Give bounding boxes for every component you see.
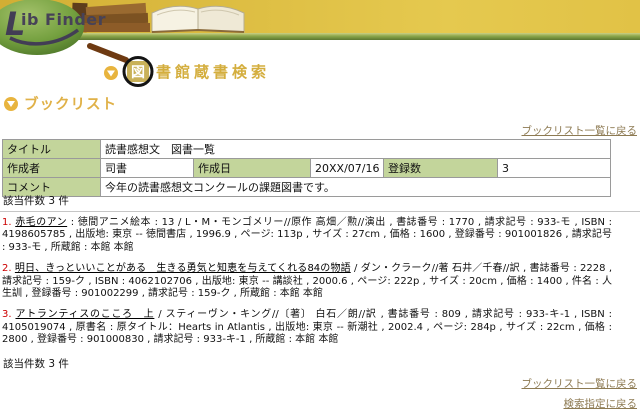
library-booklist-page: { "brand": { "logo_initial": "L", "logo_… — [0, 0, 640, 416]
back-to-booklist-link-bottom[interactable]: ブックリスト一覧に戻る — [522, 378, 638, 390]
book-entry: 2. 明日、きっといいことがある 生きる勇気と知恵を与えてくれる84の物語 / … — [2, 263, 612, 300]
back-to-search-link[interactable]: 検索指定に戻る — [564, 398, 638, 410]
divider-line — [0, 211, 640, 212]
created-value-cell: 20XX/07/16 — [311, 159, 384, 178]
comment-value-cell: 今年の読書感想文コンクールの課題図書です。 — [101, 178, 611, 197]
title-prefix-char: 図 — [131, 65, 145, 81]
result-count-bottom: 該当件数 3 件 — [3, 356, 69, 371]
book-details: : 徳間アニメ絵本 : 13 / L・M・モンゴメリー//原作 高畑／勲//演出… — [2, 217, 612, 253]
page-title-block: 図 書館蔵書検索 — [80, 40, 300, 95]
title-value-cell: 読書感想文 図書一覧 — [101, 140, 611, 159]
table-row: タイトル 読書感想文 図書一覧 — [3, 140, 611, 159]
count-label-cell: 登録数 — [384, 159, 498, 178]
book-number: 1. — [2, 217, 12, 228]
page-title-text: 書館蔵書検索 — [156, 63, 270, 81]
bottom-link-rows: ブックリスト一覧に戻る 検索指定に戻る — [522, 374, 638, 414]
book-title-link[interactable]: 明日、きっといいことがある 生きる勇気と知恵を与えてくれる84の物語 — [15, 263, 351, 274]
booklist-info-table: タイトル 読書感想文 図書一覧 作成者 司書 作成日 20XX/07/16 登録… — [2, 139, 611, 197]
down-triangle-icon — [7, 101, 15, 111]
book-number: 2. — [2, 263, 12, 274]
table-row: 作成者 司書 作成日 20XX/07/16 登録数 3 — [3, 159, 611, 178]
book-list: 1. 赤毛のアン : 徳間アニメ絵本 : 13 / L・M・モンゴメリー//原作… — [2, 217, 612, 356]
section-title: ブックリスト — [24, 93, 117, 114]
logo-text: ib Finder — [21, 10, 106, 29]
book-title-link[interactable]: 赤毛のアン — [15, 217, 67, 228]
book-title-link[interactable]: アトランティスのこころ 上 — [15, 309, 154, 320]
book-entry: 1. 赤毛のアン : 徳間アニメ絵本 : 13 / L・M・モンゴメリー//原作… — [2, 217, 612, 254]
book-entry: 3. アトランティスのこころ 上 / スティーヴン・キング//〔著〕 白石／朗/… — [2, 309, 612, 346]
result-count-top: 該当件数 3 件 — [3, 193, 69, 208]
magnifier-handle — [90, 46, 126, 60]
count-value-cell: 3 — [498, 159, 611, 178]
section-heading: ブックリスト — [4, 93, 117, 114]
top-link-row: ブックリスト一覧に戻る — [522, 123, 638, 138]
creator-label-cell: 作成者 — [3, 159, 101, 178]
creator-value-cell: 司書 — [101, 159, 194, 178]
title-label-cell: タイトル — [3, 140, 101, 159]
back-to-booklist-link-top[interactable]: ブックリスト一覧に戻る — [522, 125, 638, 137]
arrow-bullet-icon — [4, 97, 18, 111]
table-row: コメント 今年の読書感想文コンクールの課題図書です。 — [3, 178, 611, 197]
book-number: 3. — [2, 309, 12, 320]
created-label-cell: 作成日 — [194, 159, 311, 178]
